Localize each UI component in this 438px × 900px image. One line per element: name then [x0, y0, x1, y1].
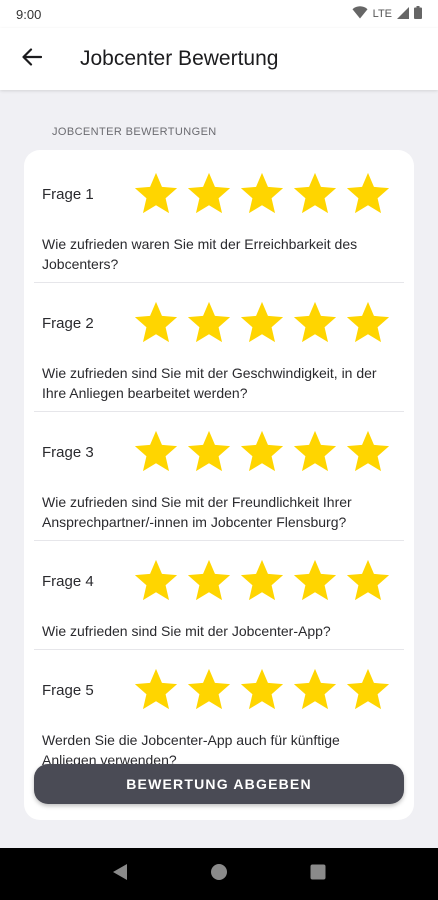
- status-icons: LTE: [352, 6, 422, 22]
- star-icon[interactable]: [344, 428, 392, 476]
- question-rating-row: Frage 2: [42, 283, 396, 363]
- question-rating-row: Frage 3: [42, 412, 396, 492]
- nav-home-icon: [210, 863, 228, 886]
- star-icon[interactable]: [291, 557, 339, 605]
- star-icon[interactable]: [344, 299, 392, 347]
- star-icon[interactable]: [238, 428, 286, 476]
- question-rating-row: Frage 1: [42, 154, 396, 234]
- section-label: JOBCENTER BEWERTUNGEN: [52, 126, 217, 138]
- star-icon[interactable]: [291, 299, 339, 347]
- question-label: Frage 4: [42, 572, 94, 590]
- question-item: Frage 5 Werden Sie die Jobcenter-App auch…: [34, 650, 404, 779]
- nav-recents-icon: [310, 864, 326, 885]
- question-label: Frage 2: [42, 314, 94, 332]
- star-icon[interactable]: [291, 666, 339, 714]
- question-text: Wie zufrieden sind Sie mit der Freundlic…: [42, 494, 352, 530]
- back-button[interactable]: [12, 39, 52, 79]
- star-icon[interactable]: [185, 170, 233, 218]
- question-label: Frage 3: [42, 443, 94, 461]
- star-icon[interactable]: [185, 666, 233, 714]
- star-icon[interactable]: [238, 666, 286, 714]
- question-label: Frage 1: [42, 185, 94, 203]
- app-bar: Jobcenter Bewertung: [0, 28, 438, 90]
- network-type: LTE: [372, 8, 392, 20]
- star-icon[interactable]: [132, 170, 180, 218]
- battery-icon: [414, 6, 422, 22]
- star-icon[interactable]: [344, 170, 392, 218]
- question-item: Frage 3 Wie zufrieden sind Sie mit der Fr…: [34, 412, 404, 541]
- star-rating: [132, 299, 392, 347]
- question-text: Wie zufrieden waren Sie mit der Erreichb…: [42, 236, 358, 272]
- system-nav-bar: [0, 848, 438, 900]
- question-item: Frage 4 Wie zufrieden sind Sie mit der Jo…: [34, 541, 404, 650]
- nav-back-button[interactable]: [100, 854, 140, 894]
- star-icon[interactable]: [185, 428, 233, 476]
- star-icon[interactable]: [132, 428, 180, 476]
- star-icon[interactable]: [238, 170, 286, 218]
- star-icon[interactable]: [291, 170, 339, 218]
- signal-icon: [397, 6, 409, 22]
- star-rating: [132, 666, 392, 714]
- question-text: Wie zufrieden sind Sie mit der Jobcenter…: [42, 623, 331, 639]
- star-icon[interactable]: [132, 666, 180, 714]
- question-text: Wie zufrieden sind Sie mit der Geschwind…: [42, 365, 377, 401]
- star-icon[interactable]: [344, 557, 392, 605]
- question-item: Frage 2 Wie zufrieden sind Sie mit der Ge…: [34, 283, 404, 412]
- star-rating: [132, 428, 392, 476]
- nav-recents-button[interactable]: [298, 854, 338, 894]
- star-icon[interactable]: [132, 557, 180, 605]
- nav-home-button[interactable]: [199, 854, 239, 894]
- submit-rating-button[interactable]: BEWERTUNG ABGEBEN: [34, 764, 404, 804]
- star-icon[interactable]: [344, 666, 392, 714]
- nav-back-icon: [112, 863, 128, 886]
- star-icon[interactable]: [291, 428, 339, 476]
- star-icon[interactable]: [132, 299, 180, 347]
- page-title: Jobcenter Bewertung: [80, 47, 279, 70]
- star-rating: [132, 170, 392, 218]
- star-icon[interactable]: [238, 557, 286, 605]
- question-item: Frage 1 Wie zufrieden waren Sie mit der E…: [34, 154, 404, 283]
- star-rating: [132, 557, 392, 605]
- ratings-card: Frage 1 Wie zufrieden waren Sie mit der E…: [24, 150, 414, 820]
- star-icon[interactable]: [238, 299, 286, 347]
- star-icon[interactable]: [185, 557, 233, 605]
- wifi-icon: [352, 6, 368, 22]
- question-rating-row: Frage 5: [42, 650, 396, 730]
- arrow-left-icon: [22, 47, 43, 71]
- status-time: 9:00: [16, 6, 42, 22]
- question-rating-row: Frage 4: [42, 541, 396, 621]
- question-label: Frage 5: [42, 681, 94, 699]
- status-bar: 9:00 LTE: [0, 0, 438, 28]
- star-icon[interactable]: [185, 299, 233, 347]
